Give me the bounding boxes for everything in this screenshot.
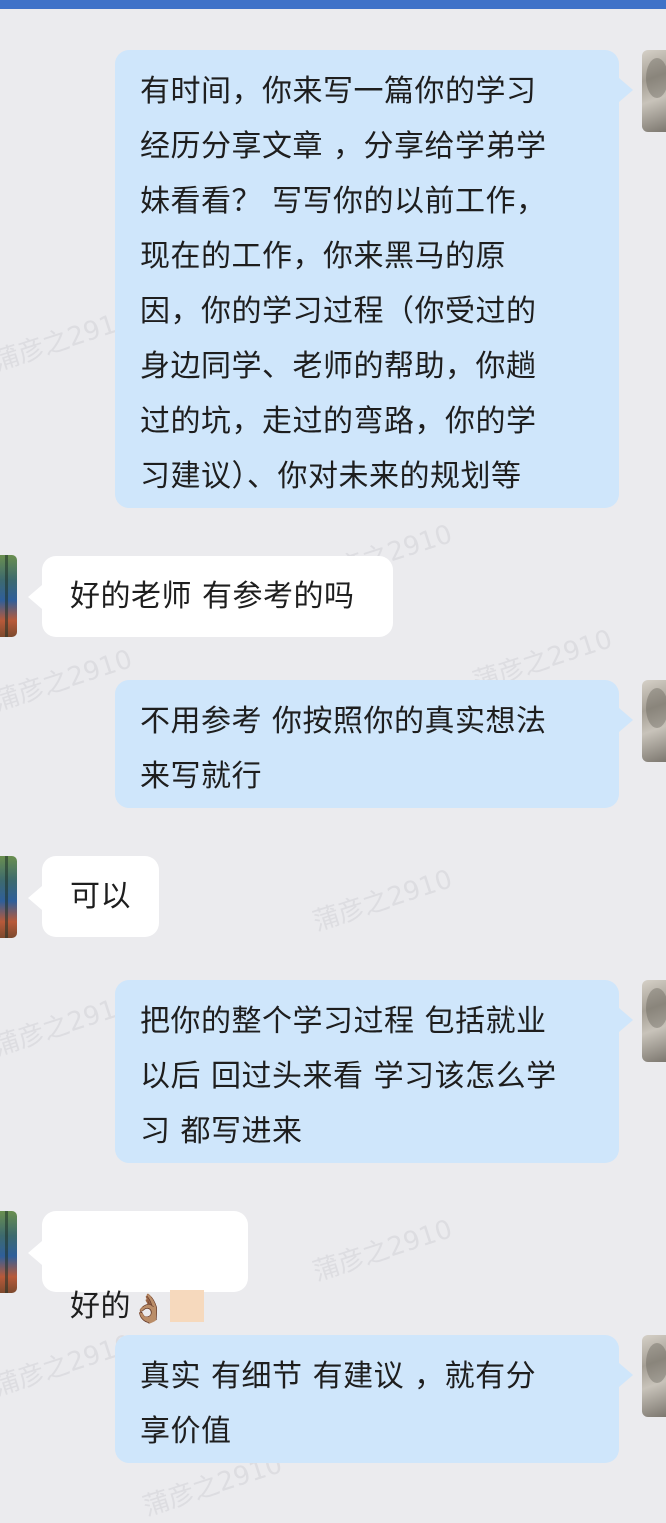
message-text: 好的 <box>70 1289 131 1324</box>
message-bubble[interactable]: 有时间，你来写一篇你的学习 经历分享文章 ，分享给学弟学 妹看看？ 写写你的以前… <box>115 50 619 508</box>
bubble-tail <box>28 886 42 910</box>
bubble-tail <box>619 1363 633 1387</box>
ok-hand-icon: 👌🏽 <box>131 1292 167 1325</box>
message-bubble[interactable]: 真实 有细节 有建议 ，就有分 享价值 <box>115 1335 619 1463</box>
message-bubble[interactable]: 好的👌🏽 <box>42 1211 248 1324</box>
message-bubble[interactable]: 不用参考 你按照你的真实想法 来写就行 <box>115 680 619 808</box>
bubble-tail <box>28 1241 42 1265</box>
skin-tone-modifier-icon <box>170 1290 205 1322</box>
contact-avatar[interactable] <box>0 1211 17 1293</box>
bubble-tail <box>619 78 633 102</box>
my-avatar[interactable] <box>642 50 666 132</box>
message-bubble[interactable]: 把你的整个学习过程 包括就业 以后 回过头来看 学习该怎么学 习 都写进来 <box>115 980 619 1163</box>
bubble-tail <box>28 585 42 609</box>
my-avatar[interactable] <box>642 1335 666 1417</box>
message-bubble[interactable]: 可以 <box>42 856 159 937</box>
my-avatar[interactable] <box>642 680 666 762</box>
watermark: 蒲彦之2910 <box>309 864 457 938</box>
bubble-tail <box>619 1008 633 1032</box>
chat-message-list[interactable]: 蒲彦之2910 蒲彦之2910 蒲彦之2910 蒲彦之2910 蒲彦之2910 … <box>0 0 666 1522</box>
message-bubble[interactable]: 好的老师 有参考的吗 <box>42 556 393 637</box>
contact-avatar[interactable] <box>0 856 17 938</box>
watermark: 蒲彦之2910 <box>309 1214 457 1288</box>
bubble-tail <box>619 708 633 732</box>
contact-avatar[interactable] <box>0 555 17 637</box>
my-avatar[interactable] <box>642 980 666 1062</box>
